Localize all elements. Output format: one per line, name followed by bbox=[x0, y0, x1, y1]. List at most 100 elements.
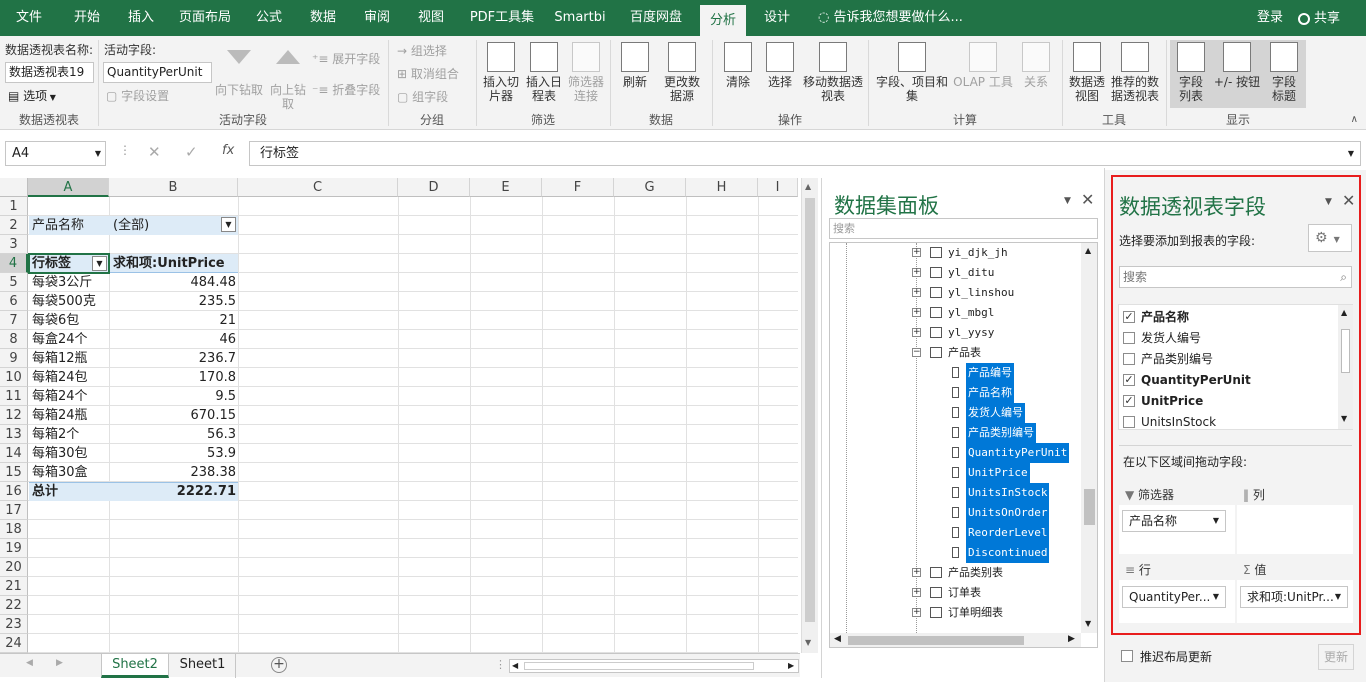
tree-hscrollbar[interactable]: ◀ ▶ bbox=[830, 633, 1081, 647]
row-label-cell[interactable]: 每袋3公斤 bbox=[32, 273, 92, 292]
scroll-down-icon[interactable]: ▼ bbox=[1085, 619, 1091, 628]
tree-table-item[interactable]: yl_ditu bbox=[948, 263, 994, 283]
value-cell[interactable]: 21 bbox=[113, 311, 236, 330]
tree-scroll-thumb[interactable] bbox=[1084, 489, 1095, 525]
tree-table-item[interactable]: yl_yysy bbox=[948, 323, 994, 343]
tab-data[interactable]: 数据 bbox=[298, 0, 348, 36]
row-label-cell[interactable]: 每袋500克 bbox=[32, 292, 96, 311]
insert-slicer-button[interactable]: 插入切片器 bbox=[480, 42, 522, 103]
active-field-input[interactable]: QuantityPerUnit bbox=[103, 62, 212, 83]
cancel-icon[interactable]: ✕ bbox=[148, 143, 161, 161]
field-name[interactable]: QuantityPerUnit bbox=[1141, 370, 1251, 390]
scroll-up-icon[interactable]: ▲ bbox=[1341, 308, 1347, 317]
row-label-cell[interactable]: 每箱2个 bbox=[32, 425, 79, 444]
expand-field-button[interactable]: ⁺≡ 展开字段 bbox=[312, 50, 380, 67]
field-list-thumb[interactable] bbox=[1341, 329, 1350, 373]
data-panel-search-input[interactable]: 搜索 bbox=[829, 218, 1098, 239]
row-header[interactable]: 4 bbox=[0, 254, 28, 273]
value-cell[interactable]: 46 bbox=[113, 330, 236, 349]
update-button[interactable]: 更新 bbox=[1318, 644, 1354, 670]
tab-formulas[interactable]: 公式 bbox=[244, 0, 294, 36]
tree-table-item[interactable]: 订单明细表 bbox=[948, 603, 1003, 623]
value-cell[interactable]: 235.5 bbox=[113, 292, 236, 311]
pivot-chart-button[interactable]: 数据透视图 bbox=[1066, 42, 1108, 103]
tree-table-item[interactable]: yl_linshou bbox=[948, 283, 1014, 303]
insert-function-icon[interactable]: fx bbox=[222, 143, 234, 158]
horizontal-scrollbar[interactable]: ◀ ▶ bbox=[509, 659, 799, 673]
tree-field-item[interactable]: UnitPrice bbox=[966, 463, 1030, 483]
tree-table-item[interactable]: yi_djk_jh bbox=[948, 243, 1008, 263]
row-label-cell[interactable]: 每盒24个 bbox=[32, 330, 88, 349]
scroll-right-icon[interactable]: ▶ bbox=[788, 661, 794, 670]
refresh-button[interactable]: 刷新 bbox=[616, 42, 654, 89]
field-checkbox[interactable] bbox=[1123, 353, 1135, 365]
row-header[interactable]: 18 bbox=[0, 520, 28, 539]
expand-node-icon[interactable]: + bbox=[912, 328, 921, 337]
expand-node-icon[interactable]: + bbox=[912, 248, 921, 257]
row-header[interactable]: 17 bbox=[0, 501, 28, 520]
pivot-name-input[interactable]: 数据透视表19 bbox=[5, 62, 94, 83]
row-header[interactable]: 9 bbox=[0, 349, 28, 368]
plus-minus-button[interactable]: +/- 按钮 bbox=[1212, 42, 1262, 89]
group-field-button[interactable]: ▢ 组字段 bbox=[397, 88, 448, 105]
field-name[interactable]: UnitPrice bbox=[1141, 391, 1203, 411]
row-label-cell[interactable]: 每箱12瓶 bbox=[32, 349, 88, 368]
enter-icon[interactable]: ✓ bbox=[185, 143, 198, 161]
row-labels-header[interactable]: 行标签 bbox=[32, 254, 71, 273]
pivot-search-input[interactable]: 搜索 ⌕ bbox=[1119, 266, 1352, 288]
field-name[interactable]: UnitsInStock bbox=[1141, 412, 1216, 432]
row-header[interactable]: 7 bbox=[0, 311, 28, 330]
tree-table-item[interactable]: yl_mbgl bbox=[948, 303, 994, 323]
expand-node-icon[interactable]: + bbox=[912, 268, 921, 277]
filter-dropdown-icon[interactable]: ▼ bbox=[221, 217, 236, 232]
panel-options-icon[interactable]: ▼ bbox=[1325, 197, 1332, 207]
tree-field-item[interactable]: UnitsInStock bbox=[966, 483, 1050, 503]
drill-down-button[interactable]: 向下钻取 bbox=[214, 42, 264, 97]
column-header-c[interactable]: C bbox=[238, 178, 398, 197]
row-header[interactable]: 11 bbox=[0, 387, 28, 406]
row-header[interactable]: 12 bbox=[0, 406, 28, 425]
formula-input[interactable]: 行标签 ▼ bbox=[249, 141, 1361, 166]
expand-node-icon[interactable]: + bbox=[912, 288, 921, 297]
drill-up-button[interactable]: 向上钻取 bbox=[266, 42, 310, 111]
row-header[interactable]: 5 bbox=[0, 273, 28, 292]
tab-analyze[interactable]: 分析 bbox=[700, 5, 746, 36]
value-cell[interactable]: 9.5 bbox=[113, 387, 236, 406]
row-label-cell[interactable]: 每箱30包 bbox=[32, 444, 88, 463]
tree-table-item[interactable]: 产品表 bbox=[948, 343, 981, 363]
move-pivot-button[interactable]: 移动数据透视表 bbox=[802, 42, 864, 103]
value-cell[interactable]: 56.3 bbox=[113, 425, 236, 444]
field-name[interactable]: 产品名称 bbox=[1141, 307, 1189, 327]
row-header[interactable]: 23 bbox=[0, 615, 28, 634]
share-button[interactable]: 共享 bbox=[1294, 8, 1350, 30]
tab-smartbi[interactable]: Smartbi bbox=[548, 0, 612, 36]
filter-connections-button[interactable]: 筛选器连接 bbox=[566, 42, 606, 103]
tree-h-thumb[interactable] bbox=[848, 636, 1024, 645]
tab-file[interactable]: 文件 bbox=[0, 0, 58, 36]
scroll-left-icon[interactable]: ◀ bbox=[512, 661, 518, 670]
olap-tools-button[interactable]: OLAP 工具 bbox=[952, 42, 1014, 89]
column-header-i[interactable]: I bbox=[758, 178, 798, 197]
row-header[interactable]: 10 bbox=[0, 368, 28, 387]
value-cell[interactable]: 170.8 bbox=[113, 368, 236, 387]
field-headers-button[interactable]: 字段标题 bbox=[1264, 42, 1304, 103]
tree-field-item[interactable]: QuantityPerUnit bbox=[966, 443, 1070, 463]
expand-node-icon[interactable]: + bbox=[912, 608, 921, 617]
ungroup-button[interactable]: ⊞ 取消组合 bbox=[397, 65, 459, 82]
column-header-h[interactable]: H bbox=[686, 178, 758, 197]
row-header[interactable]: 2 bbox=[0, 216, 28, 235]
row-header[interactable]: 20 bbox=[0, 558, 28, 577]
scroll-down-icon[interactable]: ▼ bbox=[805, 638, 811, 647]
column-header-d[interactable]: D bbox=[398, 178, 470, 197]
expand-node-icon[interactable]: + bbox=[912, 568, 921, 577]
field-list-scrollbar[interactable]: ▲ ▼ bbox=[1338, 305, 1353, 429]
tab-view[interactable]: 视图 bbox=[406, 0, 456, 36]
tree-field-item[interactable]: 产品编号 bbox=[966, 363, 1014, 383]
row-header[interactable]: 19 bbox=[0, 539, 28, 558]
row-header[interactable]: 13 bbox=[0, 425, 28, 444]
relationships-button[interactable]: 关系 bbox=[1016, 42, 1056, 89]
value-cell[interactable]: 670.15 bbox=[113, 406, 237, 425]
row-header[interactable]: 6 bbox=[0, 292, 28, 311]
field-checkbox[interactable] bbox=[1123, 332, 1135, 344]
value-cell[interactable]: 53.9 bbox=[113, 444, 236, 463]
